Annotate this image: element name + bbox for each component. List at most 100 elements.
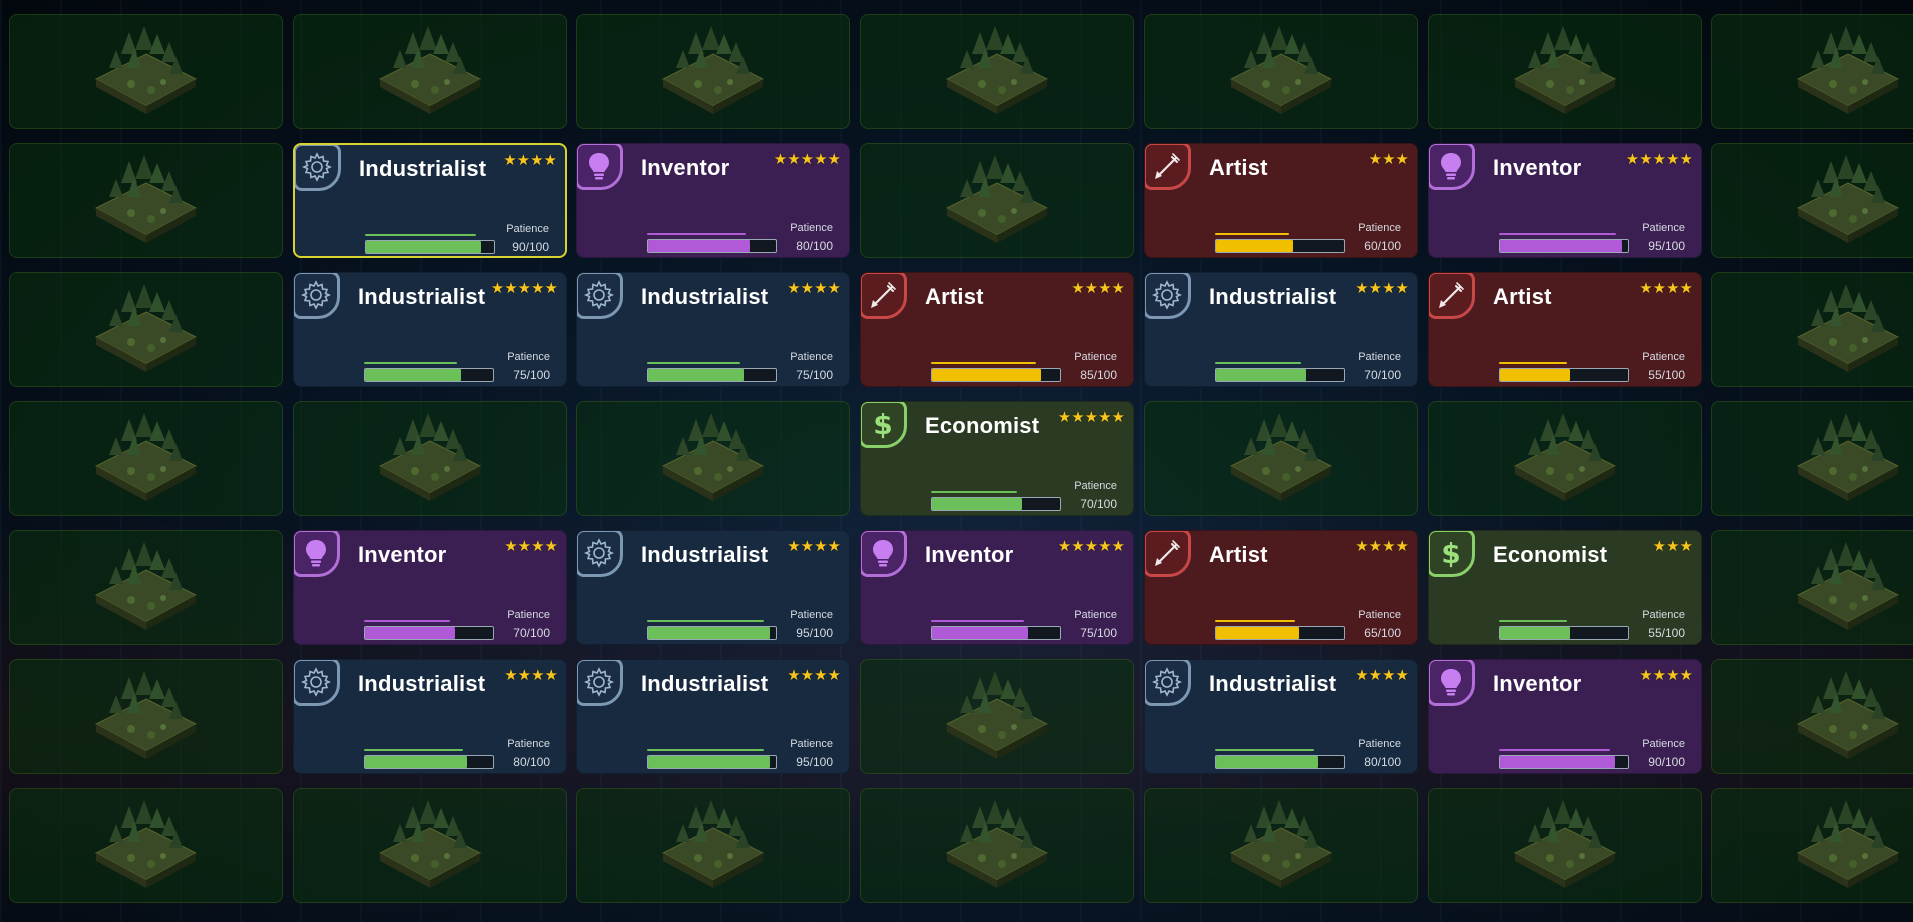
gear-icon: [1151, 667, 1183, 697]
patience-label: Patience: [1358, 609, 1401, 621]
empty-plot-tile[interactable]: [9, 14, 283, 129]
empty-plot-tile[interactable]: [1711, 14, 1913, 129]
citizen-card-artist[interactable]: Artist ★★★★ Patience 65/100: [1144, 530, 1418, 645]
patience-bar: [1215, 368, 1345, 382]
empty-plot-tile[interactable]: [1711, 401, 1913, 516]
citizen-card-inventor[interactable]: Inventor ★★★★ Patience 70/100: [293, 530, 567, 645]
citizen-card-industrialist[interactable]: Industrialist ★★★★ Patience 95/100: [576, 659, 850, 774]
patience-indicator-line: [1499, 233, 1616, 235]
empty-plot-tile[interactable]: [1428, 14, 1702, 129]
citizen-card-inventor[interactable]: Inventor ★★★★★ Patience 75/100: [860, 530, 1134, 645]
empty-plot-tile[interactable]: [9, 401, 283, 516]
patience-bar: [364, 755, 494, 769]
citizen-card-industrialist[interactable]: Industrialist ★★★★ Patience 95/100: [576, 530, 850, 645]
empty-plot-tile[interactable]: [1711, 272, 1913, 387]
forest-tile-icon: [945, 154, 1049, 243]
patience-label: Patience: [1358, 738, 1401, 750]
empty-plot-tile[interactable]: [860, 14, 1134, 129]
empty-plot-tile[interactable]: [9, 788, 283, 903]
citizen-card-industrialist[interactable]: Industrialist ★★★★★ Patience 75/100: [293, 272, 567, 387]
paintbrush-icon: [1439, 282, 1464, 308]
patience-label: Patience: [507, 738, 550, 750]
empty-plot-tile[interactable]: [576, 14, 850, 129]
patience-label: Patience: [507, 351, 550, 363]
citizen-card-economist[interactable]: $ Economist ★★★★★ Patience 70/100: [860, 401, 1134, 516]
citizen-card-economist[interactable]: $ Economist ★★★ Patience 55/100: [1428, 530, 1702, 645]
empty-plot-tile[interactable]: [293, 788, 567, 903]
patience-value: 70/100: [1364, 368, 1401, 382]
role-name: Industrialist: [359, 156, 487, 181]
patience-value: 80/100: [796, 239, 833, 253]
citizen-card-inventor[interactable]: Inventor ★★★★ Patience 90/100: [1428, 659, 1702, 774]
citizen-card-industrialist[interactable]: Industrialist ★★★★ Patience 90/100: [293, 143, 567, 258]
empty-plot-tile[interactable]: [1428, 788, 1702, 903]
patience-bar-fill: [932, 498, 1022, 510]
empty-plot-tile[interactable]: [1428, 401, 1702, 516]
empty-plot-tile[interactable]: [576, 788, 850, 903]
empty-plot-tile[interactable]: [1144, 401, 1418, 516]
lightbulb-icon: [589, 153, 609, 180]
star-rating: ★★★★: [787, 667, 841, 684]
empty-plot-tile[interactable]: [1144, 14, 1418, 129]
lightbulb-icon: [873, 540, 893, 567]
empty-plot-tile[interactable]: [1144, 788, 1418, 903]
patience-indicator-line: [364, 749, 463, 751]
patience-value: 80/100: [513, 755, 550, 769]
gear-icon: [301, 152, 333, 182]
patience-label: Patience: [1642, 351, 1685, 363]
empty-plot-tile[interactable]: [9, 530, 283, 645]
role-badge: [577, 144, 623, 190]
empty-plot-tile[interactable]: [860, 788, 1134, 903]
star-rating: ★★★★: [504, 538, 558, 555]
star-rating: ★★★★★: [1057, 538, 1125, 555]
empty-plot-tile[interactable]: [9, 272, 283, 387]
citizen-card-artist[interactable]: Artist ★★★ Patience 60/100: [1144, 143, 1418, 258]
role-name: Artist: [1209, 542, 1268, 567]
empty-plot-tile[interactable]: [1711, 659, 1913, 774]
empty-plot-tile[interactable]: [293, 14, 567, 129]
patience-bar: [364, 368, 494, 382]
empty-plot-tile[interactable]: [576, 401, 850, 516]
patience-bar: [1215, 626, 1345, 640]
citizen-card-artist[interactable]: Artist ★★★★ Patience 85/100: [860, 272, 1134, 387]
empty-plot-tile[interactable]: [1711, 530, 1913, 645]
patience-bar-fill: [648, 240, 751, 252]
empty-plot-tile[interactable]: [9, 143, 283, 258]
patience-bar-fill: [648, 756, 770, 768]
citizen-card-inventor[interactable]: Inventor ★★★★★ Patience 95/100: [1428, 143, 1702, 258]
empty-plot-tile[interactable]: [1711, 143, 1913, 258]
citizen-card-industrialist[interactable]: Industrialist ★★★★ Patience 70/100: [1144, 272, 1418, 387]
patience-label: Patience: [790, 222, 833, 234]
empty-plot-tile[interactable]: [860, 143, 1134, 258]
citizen-card-industrialist[interactable]: Industrialist ★★★★ Patience 75/100: [576, 272, 850, 387]
citizen-card-industrialist[interactable]: Industrialist ★★★★ Patience 80/100: [1144, 659, 1418, 774]
citizen-card-artist[interactable]: Artist ★★★★ Patience 55/100: [1428, 272, 1702, 387]
role-name: Industrialist: [641, 542, 769, 567]
citizen-card-inventor[interactable]: Inventor ★★★★★ Patience 80/100: [576, 143, 850, 258]
role-name: Artist: [1209, 155, 1268, 180]
empty-plot-tile[interactable]: [1711, 788, 1913, 903]
patience-bar: [1499, 755, 1629, 769]
role-badge: [1429, 144, 1475, 190]
role-badge: [1429, 273, 1475, 319]
gear-icon: [1151, 280, 1183, 310]
empty-plot-tile[interactable]: [9, 659, 283, 774]
patience-bar-fill: [648, 627, 770, 639]
citizen-card-industrialist[interactable]: Industrialist ★★★★ Patience 80/100: [293, 659, 567, 774]
patience-indicator-line: [1215, 749, 1314, 751]
forest-tile-icon: [94, 25, 198, 114]
patience-label: Patience: [1074, 609, 1117, 621]
empty-plot-tile[interactable]: [293, 401, 567, 516]
star-rating: ★★★★: [1355, 280, 1409, 297]
patience-bar-fill: [932, 627, 1028, 639]
svg-text:$: $: [873, 408, 892, 441]
star-rating: ★★★: [1652, 538, 1693, 555]
forest-tile-icon: [94, 283, 198, 372]
empty-plot-tile[interactable]: [860, 659, 1134, 774]
gear-icon: [300, 667, 332, 697]
star-rating: ★★★★: [787, 538, 841, 555]
patience-bar: [1215, 239, 1345, 253]
lightbulb-icon: [306, 540, 326, 567]
patience-bar-fill: [932, 369, 1041, 381]
role-name: Industrialist: [641, 671, 769, 696]
